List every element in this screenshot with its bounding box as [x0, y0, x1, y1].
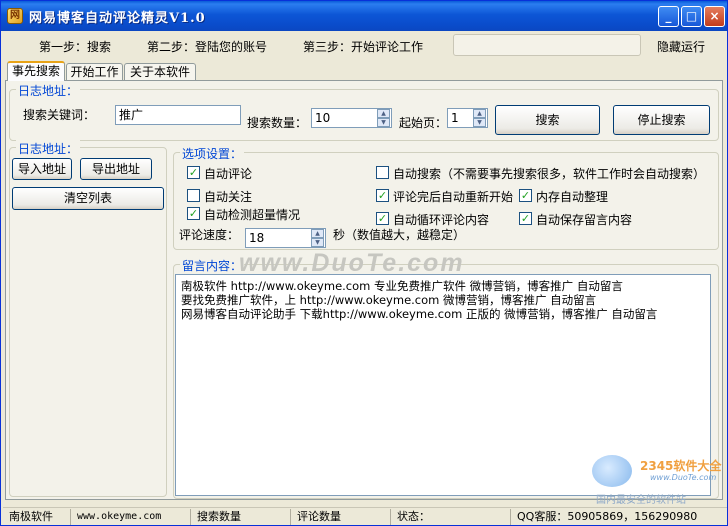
- search-count-spin-buttons[interactable]: ▲ ▼: [377, 109, 390, 127]
- main-window: 网 网易博客自动评论精灵V1.0 _ □ × 第一步：搜索 第二步：登陆您的账号…: [0, 0, 728, 526]
- search-count-label: 搜索数量：: [247, 116, 308, 130]
- close-button[interactable]: ×: [704, 6, 725, 27]
- checkbox-checked-icon: ✓: [519, 189, 532, 202]
- hide-run-button[interactable]: 隐藏运行: [657, 38, 705, 55]
- start-page-spinner[interactable]: 1 ▲ ▼: [447, 108, 488, 128]
- step-status-field: [453, 34, 641, 56]
- keyword-label: 搜索关键词：: [23, 108, 96, 122]
- search-count-spinner[interactable]: 10 ▲ ▼: [311, 108, 392, 128]
- status-comment-count: 评论数量: [291, 509, 391, 525]
- speed-spinner[interactable]: 18 ▲ ▼: [245, 228, 326, 248]
- step-login-button[interactable]: 第二步：登陆您的账号: [147, 38, 267, 55]
- search-group-legend: 日志地址：: [16, 82, 81, 99]
- status-search-count: 搜索数量: [191, 509, 291, 525]
- options-group-legend: 选项设置：: [180, 145, 245, 162]
- checkbox-checked-icon: ✓: [187, 207, 200, 220]
- spin-up-icon[interactable]: ▲: [377, 109, 390, 118]
- spin-down-icon[interactable]: ▼: [311, 238, 324, 247]
- start-page-spin-buttons[interactable]: ▲ ▼: [473, 109, 486, 127]
- app-icon: 网: [7, 8, 23, 24]
- detect-overload-label: 自动检测超量情况: [204, 208, 301, 222]
- speed-label: 评论速度：: [179, 228, 240, 242]
- restart-after-label: 评论完后自动重新开始: [393, 190, 514, 204]
- auto-comment-label: 自动评论: [204, 167, 253, 181]
- checkbox-checked-icon: ✓: [187, 166, 200, 179]
- checkbox-unchecked-icon: [376, 166, 389, 179]
- save-content-label: 自动保存留言内容: [536, 213, 633, 227]
- duote-watermark: www.DuoTe.com: [239, 249, 465, 277]
- window-title: 网易博客自动评论精灵V1.0: [29, 11, 206, 26]
- search-button[interactable]: 搜索: [495, 105, 600, 135]
- start-page-label: 起始页：: [399, 116, 448, 130]
- clear-list-button[interactable]: 清空列表: [12, 187, 164, 210]
- watermark-site-url: www.DuoTe.com: [650, 473, 717, 482]
- start-page-value: 1: [451, 111, 459, 125]
- status-company: 南极软件: [3, 509, 71, 525]
- spin-down-icon[interactable]: ▼: [377, 118, 390, 127]
- stop-search-button[interactable]: 停止搜索: [613, 105, 710, 135]
- title-bar[interactable]: 网 网易博客自动评论精灵V1.0 _ □ ×: [1, 1, 727, 31]
- address-group-legend: 日志地址：: [16, 140, 81, 157]
- spin-down-icon[interactable]: ▼: [473, 118, 486, 127]
- minimize-button[interactable]: _: [658, 6, 679, 27]
- message-line: 网易博客自动评论助手 下载http://www.okeyme.com 正版的 微…: [181, 307, 658, 321]
- export-address-button[interactable]: 导出地址: [80, 158, 152, 180]
- speed-value: 18: [249, 231, 265, 245]
- speed-unit-label: 秒（数值越大，越稳定）: [333, 228, 466, 242]
- search-count-value: 10: [315, 111, 331, 125]
- spin-up-icon[interactable]: ▲: [473, 109, 486, 118]
- checkbox-checked-icon: ✓: [376, 212, 389, 225]
- watermark-site-name: 2345软件大全: [640, 459, 722, 473]
- tab-start-work[interactable]: 开始工作: [66, 63, 123, 80]
- step-bar: 第一步：搜索 第二步：登陆您的账号 第三步：开始评论工作 隐藏运行: [5, 34, 723, 58]
- auto-search-label: 自动搜索（不需要事先搜索很多，软件工作时会自动搜索）: [393, 167, 706, 181]
- tab-about[interactable]: 关于本软件: [124, 63, 196, 80]
- step-search-button[interactable]: 第一步：搜索: [39, 38, 111, 55]
- checkbox-unchecked-icon: [187, 189, 200, 202]
- mascot-logo-icon: [592, 455, 632, 487]
- maximize-button[interactable]: □: [681, 6, 702, 27]
- status-bar: 南极软件 www.okeyme.com 搜索数量 评论数量 状态： QQ客服：5…: [3, 507, 727, 526]
- spin-up-icon[interactable]: ▲: [311, 229, 324, 238]
- tab-pre-search[interactable]: 事先搜索: [7, 61, 65, 81]
- checkbox-checked-icon: ✓: [519, 212, 532, 225]
- status-qq: QQ客服：50905869，156290980: [517, 510, 698, 523]
- site-watermark: 2345软件大全 www.DuoTe.com 国内最安全的软件站: [588, 455, 728, 506]
- status-state: 状态：: [391, 509, 511, 525]
- keyword-input[interactable]: 推广: [115, 105, 241, 125]
- message-group-legend: 留言内容：: [180, 257, 245, 274]
- speed-spin-buttons[interactable]: ▲ ▼: [311, 229, 324, 247]
- import-address-button[interactable]: 导入地址: [12, 158, 72, 180]
- watermark-slogan: 国内最安全的软件站: [596, 495, 686, 506]
- checkbox-checked-icon: ✓: [376, 189, 389, 202]
- auto-follow-label: 自动关注: [204, 190, 253, 204]
- memory-cleanup-label: 内存自动整理: [536, 190, 609, 204]
- step-start-button[interactable]: 第三步：开始评论工作: [303, 38, 423, 55]
- status-website: www.okeyme.com: [71, 509, 191, 525]
